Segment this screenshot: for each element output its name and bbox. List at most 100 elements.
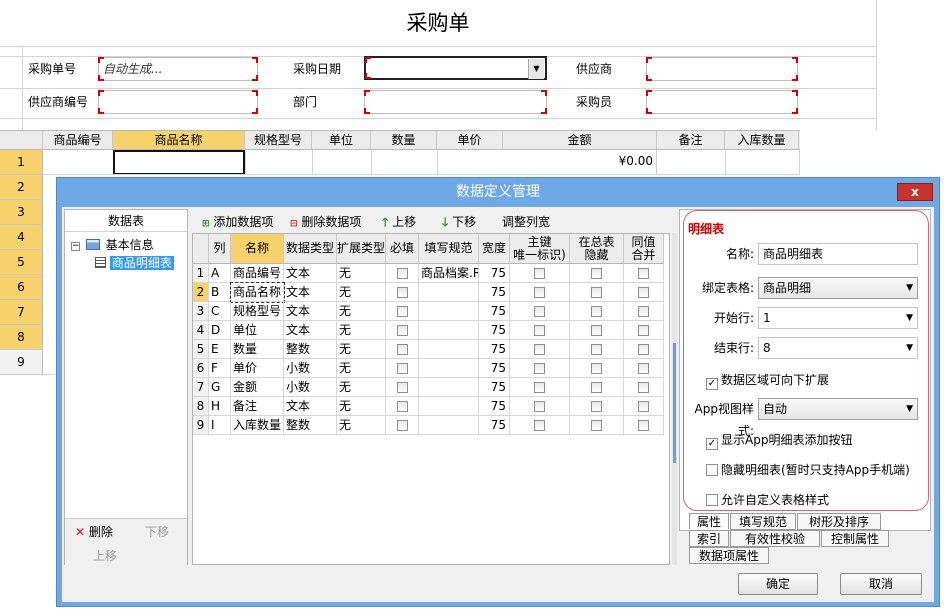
- grid-checkbox[interactable]: [624, 321, 664, 340]
- grid-checkbox[interactable]: [570, 397, 624, 416]
- grid-checkbox[interactable]: [510, 264, 570, 283]
- grid-checkbox[interactable]: [510, 321, 570, 340]
- grid-checkbox[interactable]: [386, 321, 419, 340]
- grid-cell-ext[interactable]: 无: [337, 378, 386, 397]
- grid-checkbox[interactable]: [624, 416, 664, 435]
- tree-node-detail-table[interactable]: 商品明细表: [95, 254, 174, 271]
- grid-checkbox[interactable]: [624, 359, 664, 378]
- grid-checkbox[interactable]: [386, 264, 419, 283]
- grid-cell-n[interactable]: 7: [193, 378, 209, 397]
- grid-cell-name[interactable]: 备注: [231, 397, 284, 416]
- grid-cell-n[interactable]: 9: [193, 416, 209, 435]
- grid-cell-type[interactable]: 文本: [284, 397, 337, 416]
- grid-cell-ext[interactable]: 无: [337, 283, 386, 302]
- grid-cell-width[interactable]: 75: [479, 397, 510, 416]
- grid-checkbox[interactable]: [510, 359, 570, 378]
- grid-cell-name[interactable]: 商品编号: [231, 264, 284, 283]
- buyer-field[interactable]: [646, 90, 798, 114]
- grid-cell-type[interactable]: 整数: [284, 416, 337, 435]
- column-header[interactable]: 商品名称: [113, 131, 245, 149]
- supplier-no-field[interactable]: [98, 90, 258, 114]
- grid-checkbox[interactable]: [570, 378, 624, 397]
- grid-cell-n[interactable]: 4: [193, 321, 209, 340]
- grid-cell-name[interactable]: 商品名称: [230, 282, 285, 303]
- active-cell[interactable]: [113, 150, 245, 175]
- grid-checkbox[interactable]: [570, 302, 624, 321]
- grid-cell-col[interactable]: G: [209, 378, 231, 397]
- grid-cell-ext[interactable]: 无: [337, 359, 386, 378]
- grid-checkbox[interactable]: [386, 302, 419, 321]
- close-button[interactable]: x: [897, 183, 933, 201]
- tab-index[interactable]: 索引: [689, 530, 729, 547]
- grid-cell-name[interactable]: 单价: [231, 359, 284, 378]
- tab-properties[interactable]: 属性: [689, 513, 729, 530]
- grid-cell-col[interactable]: B: [209, 283, 231, 302]
- grid-checkbox[interactable]: [570, 416, 624, 435]
- grid-cell-type[interactable]: 文本: [284, 302, 337, 321]
- grid-cell-ext[interactable]: 无: [337, 397, 386, 416]
- grid-cell-name[interactable]: 单位: [231, 321, 284, 340]
- grid-checkbox[interactable]: [570, 340, 624, 359]
- grid-cell-width[interactable]: 75: [479, 283, 510, 302]
- grid-cell-width[interactable]: 75: [479, 321, 510, 340]
- move-up-button[interactable]: 🡑 上移: [382, 213, 416, 231]
- grid-cell-width[interactable]: 75: [479, 378, 510, 397]
- grid-cell-name[interactable]: 入库数量: [231, 416, 284, 435]
- grid-cell-type[interactable]: 小数: [284, 359, 337, 378]
- grid-cell-col[interactable]: F: [209, 359, 231, 378]
- grid-checkbox[interactable]: [624, 340, 664, 359]
- grid-cell-n[interactable]: 5: [193, 340, 209, 359]
- column-header[interactable]: 单位: [312, 131, 371, 149]
- date-dropdown-icon[interactable]: ▼: [528, 59, 544, 79]
- grid-cell-type[interactable]: 文本: [284, 264, 337, 283]
- grid-checkbox[interactable]: [624, 264, 664, 283]
- grid-cell-col[interactable]: H: [209, 397, 231, 416]
- grid-cell-width[interactable]: 75: [479, 416, 510, 435]
- tab-validation[interactable]: 有效性校验: [730, 530, 820, 547]
- column-header[interactable]: 商品编号: [43, 131, 113, 149]
- grid-checkbox[interactable]: [510, 397, 570, 416]
- grid-cell-ext[interactable]: 无: [337, 321, 386, 340]
- grid-cell-rule[interactable]: [419, 416, 479, 435]
- grid-cell-width[interactable]: 75: [479, 302, 510, 321]
- row-header[interactable]: 4: [0, 225, 43, 250]
- tab-tree-sort[interactable]: 树形及排序: [797, 513, 881, 530]
- grid-checkbox[interactable]: [624, 302, 664, 321]
- grid-cell-col[interactable]: D: [209, 321, 231, 340]
- tab-data-item-props[interactable]: 数据项属性: [689, 547, 769, 564]
- grid-checkbox[interactable]: [386, 359, 419, 378]
- grid-checkbox[interactable]: [510, 302, 570, 321]
- row-header[interactable]: 1: [0, 150, 43, 175]
- grid-cell-rule[interactable]: [419, 321, 479, 340]
- tree-delete-button[interactable]: ✕ 删除: [75, 523, 113, 540]
- tree-node-root[interactable]: − 基本信息: [71, 236, 154, 253]
- grid-checkbox[interactable]: [510, 416, 570, 435]
- row-header[interactable]: 7: [0, 300, 43, 325]
- grid-checkbox[interactable]: [624, 397, 664, 416]
- grid-cell-col[interactable]: A: [209, 264, 231, 283]
- grid-checkbox[interactable]: [386, 340, 419, 359]
- grid-cell-n[interactable]: 8: [193, 397, 209, 416]
- remove-data-item-button[interactable]: ⊟ 删除数据项: [290, 213, 361, 231]
- tree-move-down-button[interactable]: 下移: [145, 523, 169, 540]
- grid-checkbox[interactable]: [570, 321, 624, 340]
- grid-cell-name[interactable]: 金额: [231, 378, 284, 397]
- tab-control-props[interactable]: 控制属性: [821, 530, 889, 547]
- grid-cell-name[interactable]: 规格型号: [231, 302, 284, 321]
- purchase-no-field[interactable]: 自动生成...: [98, 57, 258, 81]
- grid-cell-rule[interactable]: 商品档案.R: [419, 264, 479, 283]
- ok-button[interactable]: 确定: [738, 573, 818, 595]
- purchase-date-field[interactable]: ▼: [364, 56, 547, 80]
- grid-cell-col[interactable]: E: [209, 340, 231, 359]
- grid-cell-rule[interactable]: [419, 378, 479, 397]
- grid-cell-rule[interactable]: [419, 302, 479, 321]
- grid-cell-type[interactable]: 整数: [284, 340, 337, 359]
- grid-cell-width[interactable]: 75: [479, 264, 510, 283]
- grid-checkbox[interactable]: [510, 340, 570, 359]
- grid-cell-col[interactable]: I: [209, 416, 231, 435]
- grid-checkbox[interactable]: [510, 378, 570, 397]
- adjust-column-width-button[interactable]: 调整列宽: [502, 213, 550, 231]
- cancel-button[interactable]: 取消: [840, 573, 922, 595]
- column-header[interactable]: 数量: [371, 131, 437, 149]
- column-header[interactable]: 单价: [437, 131, 503, 149]
